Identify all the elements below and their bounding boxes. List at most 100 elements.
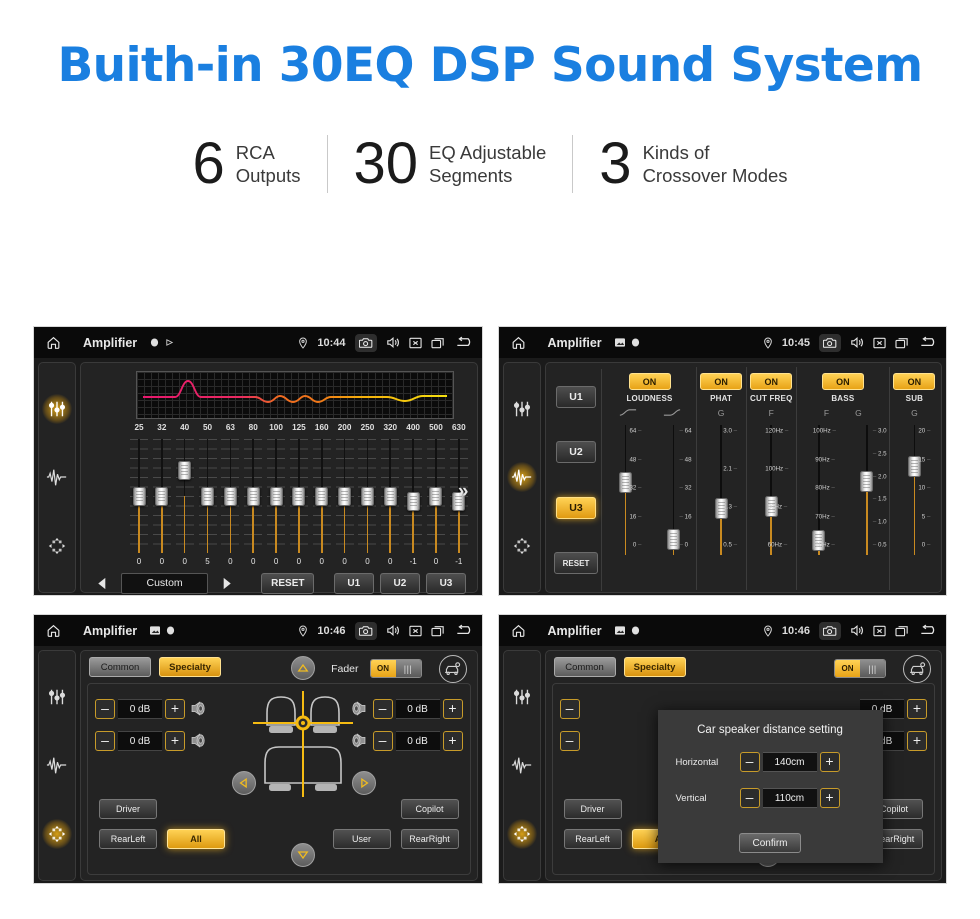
tab-common[interactable]: Common (89, 657, 151, 677)
close-box-icon[interactable] (408, 625, 422, 637)
preset-u2-button[interactable]: U2 (379, 572, 420, 594)
eq-slider[interactable] (175, 437, 195, 555)
confirm-button[interactable]: Confirm (739, 833, 801, 853)
position-rearleft-button[interactable]: RearLeft (99, 829, 157, 849)
camera-icon[interactable] (819, 333, 841, 352)
eq-slider[interactable] (289, 437, 309, 555)
car-seat-map[interactable] (249, 673, 359, 833)
minus-button[interactable]: – (559, 731, 580, 751)
effect-toggle-sub[interactable]: ON (893, 373, 936, 390)
eq-slider[interactable] (335, 437, 355, 555)
camera-icon[interactable] (354, 333, 377, 352)
eq-slider[interactable] (243, 437, 263, 555)
nav-right-button[interactable] (352, 771, 376, 795)
recent-apps-icon[interactable] (895, 337, 909, 349)
eq-slider-thumb[interactable] (338, 486, 352, 506)
sidebar-item-effects[interactable] (42, 462, 72, 492)
recent-apps-icon[interactable] (430, 337, 445, 349)
preset-name-display[interactable]: Custom (120, 572, 209, 594)
effect-toggle-loudness[interactable]: ON (628, 373, 671, 390)
eq-slider-thumb[interactable] (155, 486, 169, 506)
minus-button[interactable]: – (559, 699, 580, 719)
eq-slider-thumb[interactable] (383, 486, 397, 506)
eq-slider[interactable] (152, 437, 172, 555)
home-icon[interactable] (45, 623, 62, 639)
back-arrow-icon[interactable] (454, 624, 474, 637)
volume-icon[interactable] (850, 624, 864, 637)
plus-button[interactable]: + (165, 699, 185, 719)
sidebar-item-equalizer[interactable] (42, 682, 72, 712)
eq-slider[interactable] (312, 437, 332, 555)
plus-button[interactable]: + (907, 731, 927, 751)
position-copilot-button[interactable]: Copilot (400, 799, 459, 819)
home-icon[interactable] (45, 335, 62, 351)
sidebar-item-fader[interactable] (42, 531, 72, 561)
sidebar-item-fader[interactable] (507, 531, 537, 561)
effect-slider[interactable]: 644832160 (652, 421, 696, 559)
eq-slider[interactable] (380, 437, 400, 555)
eq-slider-thumb[interactable] (315, 486, 329, 506)
camera-icon[interactable] (354, 621, 377, 640)
preset-next-button[interactable] (214, 573, 238, 593)
reset-button[interactable]: RESET (261, 572, 315, 594)
preset-u3-button[interactable]: U3 (425, 572, 467, 594)
minus-button[interactable]: – (95, 699, 115, 719)
effect-slider[interactable]: 3.02.52.01.51.00.5 (845, 421, 889, 559)
effect-slider[interactable]: 100Hz 90Hz 80Hz 70Hz 60Hz (797, 421, 841, 559)
effect-slider[interactable]: 644832160 (604, 421, 648, 559)
volume-icon[interactable] (386, 624, 400, 637)
plus-button[interactable]: + (442, 731, 463, 751)
eq-slider-thumb[interactable] (292, 486, 306, 506)
position-rearright-button[interactable]: RearRight (400, 829, 459, 849)
tab-common[interactable]: Common (553, 657, 616, 677)
back-arrow-icon[interactable] (454, 336, 474, 349)
eq-slider-thumb[interactable] (246, 486, 260, 506)
sidebar-item-equalizer[interactable] (42, 394, 72, 425)
eq-slider-thumb[interactable] (269, 486, 283, 506)
sidebar-item-effects[interactable] (507, 750, 537, 780)
back-arrow-icon[interactable] (918, 336, 938, 349)
effect-toggle-phat[interactable]: ON (700, 373, 743, 390)
close-box-icon[interactable] (873, 337, 886, 349)
recent-apps-icon[interactable] (430, 625, 445, 637)
nav-down-button[interactable] (291, 843, 315, 867)
effects-preset-u2[interactable]: U2 (556, 441, 596, 464)
eq-slider[interactable] (220, 437, 240, 555)
sidebar-item-equalizer[interactable] (507, 394, 537, 424)
minus-button[interactable]: – (372, 731, 393, 751)
eq-slider[interactable] (426, 437, 446, 555)
position-driver-button[interactable]: Driver (99, 799, 157, 819)
effect-slider[interactable]: 120Hz 100Hz 80Hz 60Hz (749, 421, 793, 559)
eq-slider[interactable] (198, 437, 218, 555)
minus-button[interactable]: – (95, 731, 115, 751)
sidebar-item-fader[interactable] (506, 818, 537, 849)
sidebar-item-effects[interactable] (506, 462, 537, 493)
eq-slider[interactable] (403, 437, 423, 555)
volume-icon[interactable] (850, 336, 864, 349)
recent-apps-icon[interactable] (895, 625, 909, 637)
nav-left-button[interactable] (232, 771, 256, 795)
position-rearleft-button[interactable]: RearLeft (563, 829, 622, 849)
plus-button[interactable]: + (442, 699, 463, 719)
double-chevron-right-icon[interactable]: » (458, 481, 469, 503)
back-arrow-icon[interactable] (918, 624, 938, 637)
sidebar-item-equalizer[interactable] (507, 682, 537, 712)
effect-slider[interactable]: 3.0 2.1 1.3 0.5 (699, 421, 743, 559)
car-settings-button[interactable] (438, 655, 467, 683)
volume-icon[interactable] (386, 336, 400, 349)
sidebar-item-effects[interactable] (42, 750, 72, 780)
nav-up-button[interactable] (291, 656, 315, 680)
eq-slider-thumb[interactable] (223, 486, 237, 506)
eq-slider-thumb[interactable] (360, 486, 374, 506)
fader-toggle[interactable]: ON ||| (369, 659, 422, 678)
minus-button[interactable]: – (739, 788, 760, 808)
position-driver-button[interactable]: Driver (563, 799, 622, 819)
preset-prev-button[interactable] (91, 573, 115, 593)
position-all-button[interactable]: All (167, 829, 225, 849)
preset-u1-button[interactable]: U1 (333, 572, 374, 594)
effect-slider-thumb[interactable] (667, 528, 680, 550)
effects-reset-button[interactable]: RESET (554, 552, 598, 575)
eq-slider-thumb[interactable] (406, 491, 420, 511)
home-icon[interactable] (510, 335, 527, 351)
sidebar-item-fader[interactable] (42, 818, 72, 849)
